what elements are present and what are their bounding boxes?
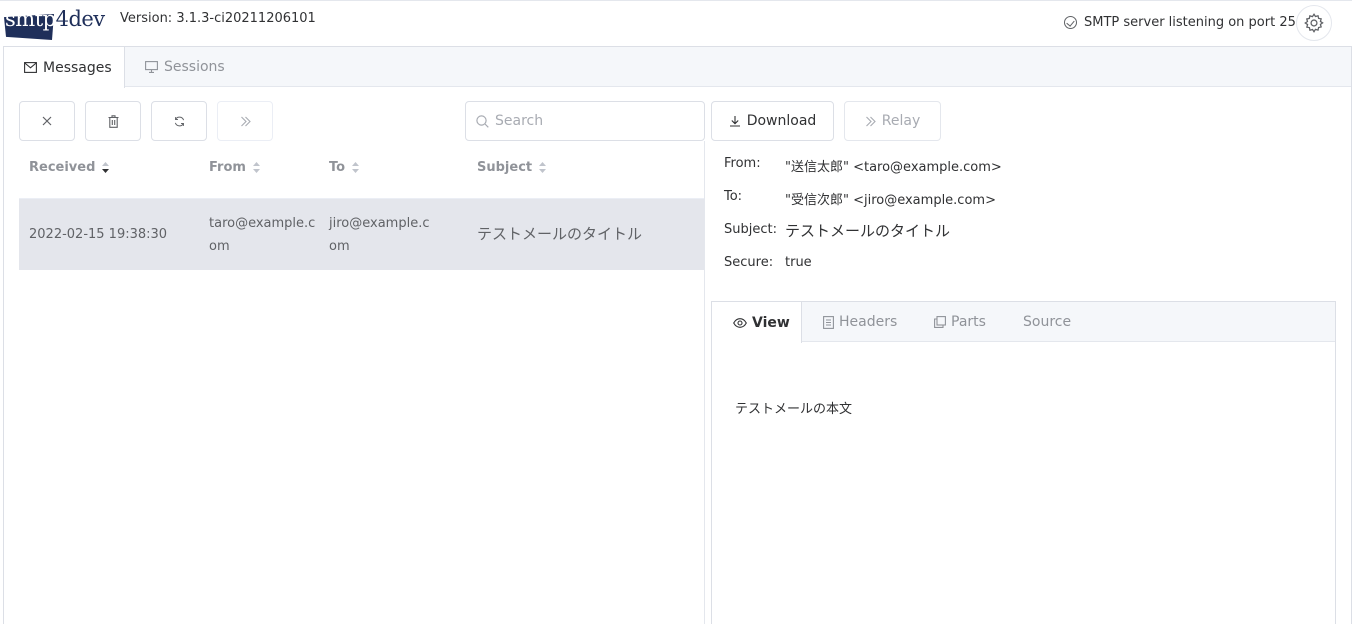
envelope-icon [24, 62, 37, 73]
to-label: To: [724, 189, 743, 204]
eye-icon [733, 317, 747, 328]
double-chevron-right-icon [240, 116, 251, 126]
search-input[interactable] [495, 113, 695, 129]
tab-parts-label: Parts [951, 314, 986, 330]
sort-desc-icon[interactable] [101, 161, 110, 174]
pane-splitter[interactable] [704, 141, 705, 624]
tab-source[interactable]: Source [1023, 302, 1071, 342]
sort-icon[interactable] [538, 161, 547, 174]
tab-source-label: Source [1023, 314, 1072, 330]
relay-label: Relay [881, 113, 921, 129]
viewer-tabbar: View Headers Parts Source [712, 302, 1335, 343]
cell-subject: テストメールのタイトル [477, 225, 643, 243]
check-circle-icon [1064, 16, 1077, 29]
column-received[interactable]: Received [29, 160, 110, 175]
download-button[interactable]: Download [711, 101, 834, 141]
download-icon [729, 116, 740, 127]
tab-sessions-label: Sessions [164, 59, 225, 75]
settings-button[interactable] [1296, 5, 1332, 41]
app-logo[interactable]: smtp4dev [4, 5, 105, 40]
main-tabbar: Messages Sessions [4, 47, 1351, 88]
table-row[interactable]: 2022-02-15 19:38:30 taro@example.com jir… [19, 199, 705, 270]
column-to[interactable]: To [329, 160, 360, 175]
column-from-label: From [209, 160, 246, 175]
tab-view-label: View [752, 314, 790, 331]
to-value: "受信次郎" <jiro@example.com> [785, 193, 996, 208]
column-subject[interactable]: Subject [477, 160, 547, 175]
tab-headers[interactable]: Headers [823, 302, 897, 342]
trash-icon [108, 114, 118, 128]
secure-value: true [785, 255, 812, 270]
version-label: Version: 3.1.3-ci20211206101 [120, 11, 316, 26]
refresh-button[interactable] [151, 101, 207, 141]
cell-to: jiro@example.com [329, 216, 430, 254]
monitor-icon [145, 61, 158, 73]
cell-from: taro@example.com [209, 216, 316, 254]
subject-value: テストメールのタイトル [785, 222, 951, 240]
message-body: テストメールの本文 [735, 402, 853, 417]
column-received-label: Received [29, 160, 96, 175]
server-status: SMTP server listening on port 25 [1064, 15, 1296, 30]
tab-parts[interactable]: Parts [934, 302, 986, 342]
tab-view[interactable]: View [712, 302, 802, 343]
search-box[interactable] [465, 101, 705, 141]
delete-button[interactable] [85, 101, 141, 141]
server-status-text: SMTP server listening on port 25 [1084, 15, 1296, 30]
close-icon [42, 116, 52, 126]
message-viewer: View Headers Parts Source テストメールの本文 [711, 301, 1336, 624]
column-subject-label: Subject [477, 160, 533, 175]
tab-messages[interactable]: Messages [4, 47, 125, 88]
relay-button[interactable]: Relay [844, 101, 941, 141]
gear-icon [1304, 13, 1324, 33]
from-label: From: [724, 156, 761, 171]
search-icon [476, 114, 489, 128]
close-button[interactable] [19, 101, 75, 141]
tab-messages-label: Messages [43, 59, 112, 76]
logo-text: smtp4dev [5, 7, 105, 31]
download-label: Download [746, 113, 817, 129]
column-from[interactable]: From [209, 160, 261, 175]
double-chevron-right-icon [865, 116, 876, 126]
from-value: "送信太郎" <taro@example.com> [785, 160, 1002, 175]
copy-icon [934, 316, 946, 328]
relay-all-button[interactable] [217, 101, 273, 141]
refresh-icon [174, 116, 184, 126]
sort-icon[interactable] [252, 161, 261, 174]
cell-received: 2022-02-15 19:38:30 [29, 227, 168, 242]
tab-headers-label: Headers [839, 314, 898, 330]
app-header: smtp4dev Version: 3.1.3-ci20211206101 SM… [0, 0, 1352, 46]
column-to-label: To [329, 160, 346, 175]
sort-icon[interactable] [351, 161, 360, 174]
document-icon [823, 315, 834, 329]
secure-label: Secure: [724, 255, 774, 270]
tab-sessions[interactable]: Sessions [145, 47, 225, 87]
subject-label: Subject: [724, 222, 777, 237]
